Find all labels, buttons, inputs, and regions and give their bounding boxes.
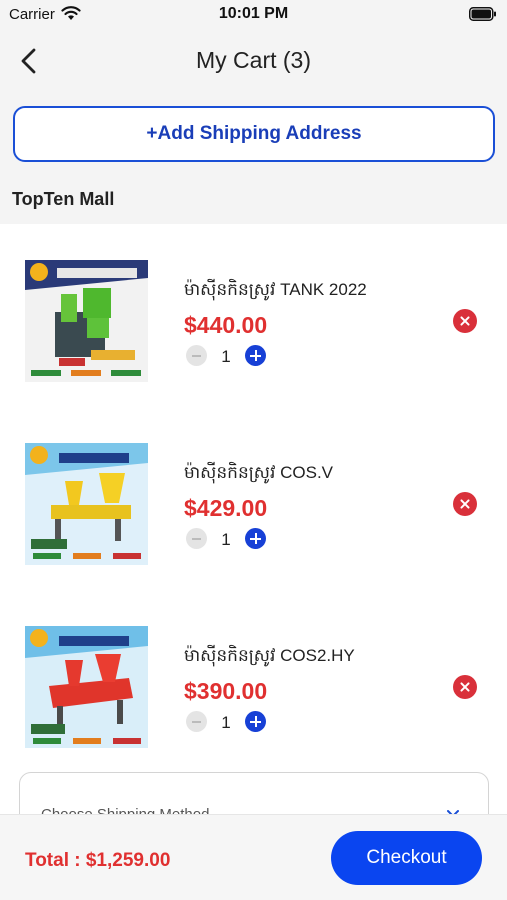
nav-bar: My Cart (3) (0, 30, 507, 92)
quantity-value: 1 (221, 713, 231, 732)
product-name: ម៉ាស៊ីនកិនស្រូវ COS.V (184, 463, 334, 482)
shipping-method-select[interactable]: Choose Shipping Method (19, 772, 489, 814)
quantity-value: 1 (221, 347, 231, 366)
checkout-bar: Total : $1,259.00 Checkout (0, 814, 507, 900)
increase-quantity-button[interactable] (245, 711, 266, 732)
decrease-quantity-button[interactable] (186, 345, 207, 366)
product-name: ម៉ាស៊ីនកិនស្រូវ TANK 2022 (184, 280, 367, 299)
remove-item-button[interactable] (453, 492, 477, 516)
cart-item: ម៉ាស៊ីនកិនស្រូវ COS.V $429.00 1 (0, 407, 507, 590)
product-price: $429.00 (184, 495, 268, 521)
shipping-method-label: Choose Shipping Method (41, 806, 209, 814)
cart-list: ម៉ាស៊ីនកិនស្រូវ TANK 2022 $440.00 1 ម៉ាស… (0, 224, 507, 814)
product-image[interactable] (25, 260, 148, 382)
product-name: ម៉ាស៊ីនកិនស្រូវ COS2.HY (184, 646, 355, 665)
cart-total: Total : $1,259.00 (25, 850, 171, 871)
page-title: My Cart (3) (196, 47, 311, 73)
battery-icon (469, 7, 496, 21)
product-price: $440.00 (184, 312, 268, 338)
cart-item: ម៉ាស៊ីនកិនស្រូវ COS2.HY $390.00 1 (0, 590, 507, 773)
cart-item: ម៉ាស៊ីនកិនស្រូវ TANK 2022 $440.00 1 (0, 224, 507, 407)
remove-item-button[interactable] (453, 675, 477, 699)
store-name: TopTen Mall (12, 189, 115, 209)
remove-item-button[interactable] (453, 309, 477, 333)
status-time: 10:01 PM (218, 5, 289, 22)
decrease-quantity-button[interactable] (186, 711, 207, 732)
product-image[interactable] (25, 443, 148, 565)
checkout-button[interactable]: Checkout (331, 831, 482, 885)
product-price: $390.00 (184, 678, 268, 704)
increase-quantity-button[interactable] (245, 345, 266, 366)
product-image[interactable] (25, 626, 148, 748)
status-bar: Carrier 10:01 PM (0, 0, 507, 30)
decrease-quantity-button[interactable] (186, 528, 207, 549)
add-shipping-address-button[interactable]: +Add Shipping Address (13, 106, 495, 162)
quantity-value: 1 (221, 530, 231, 549)
increase-quantity-button[interactable] (245, 528, 266, 549)
